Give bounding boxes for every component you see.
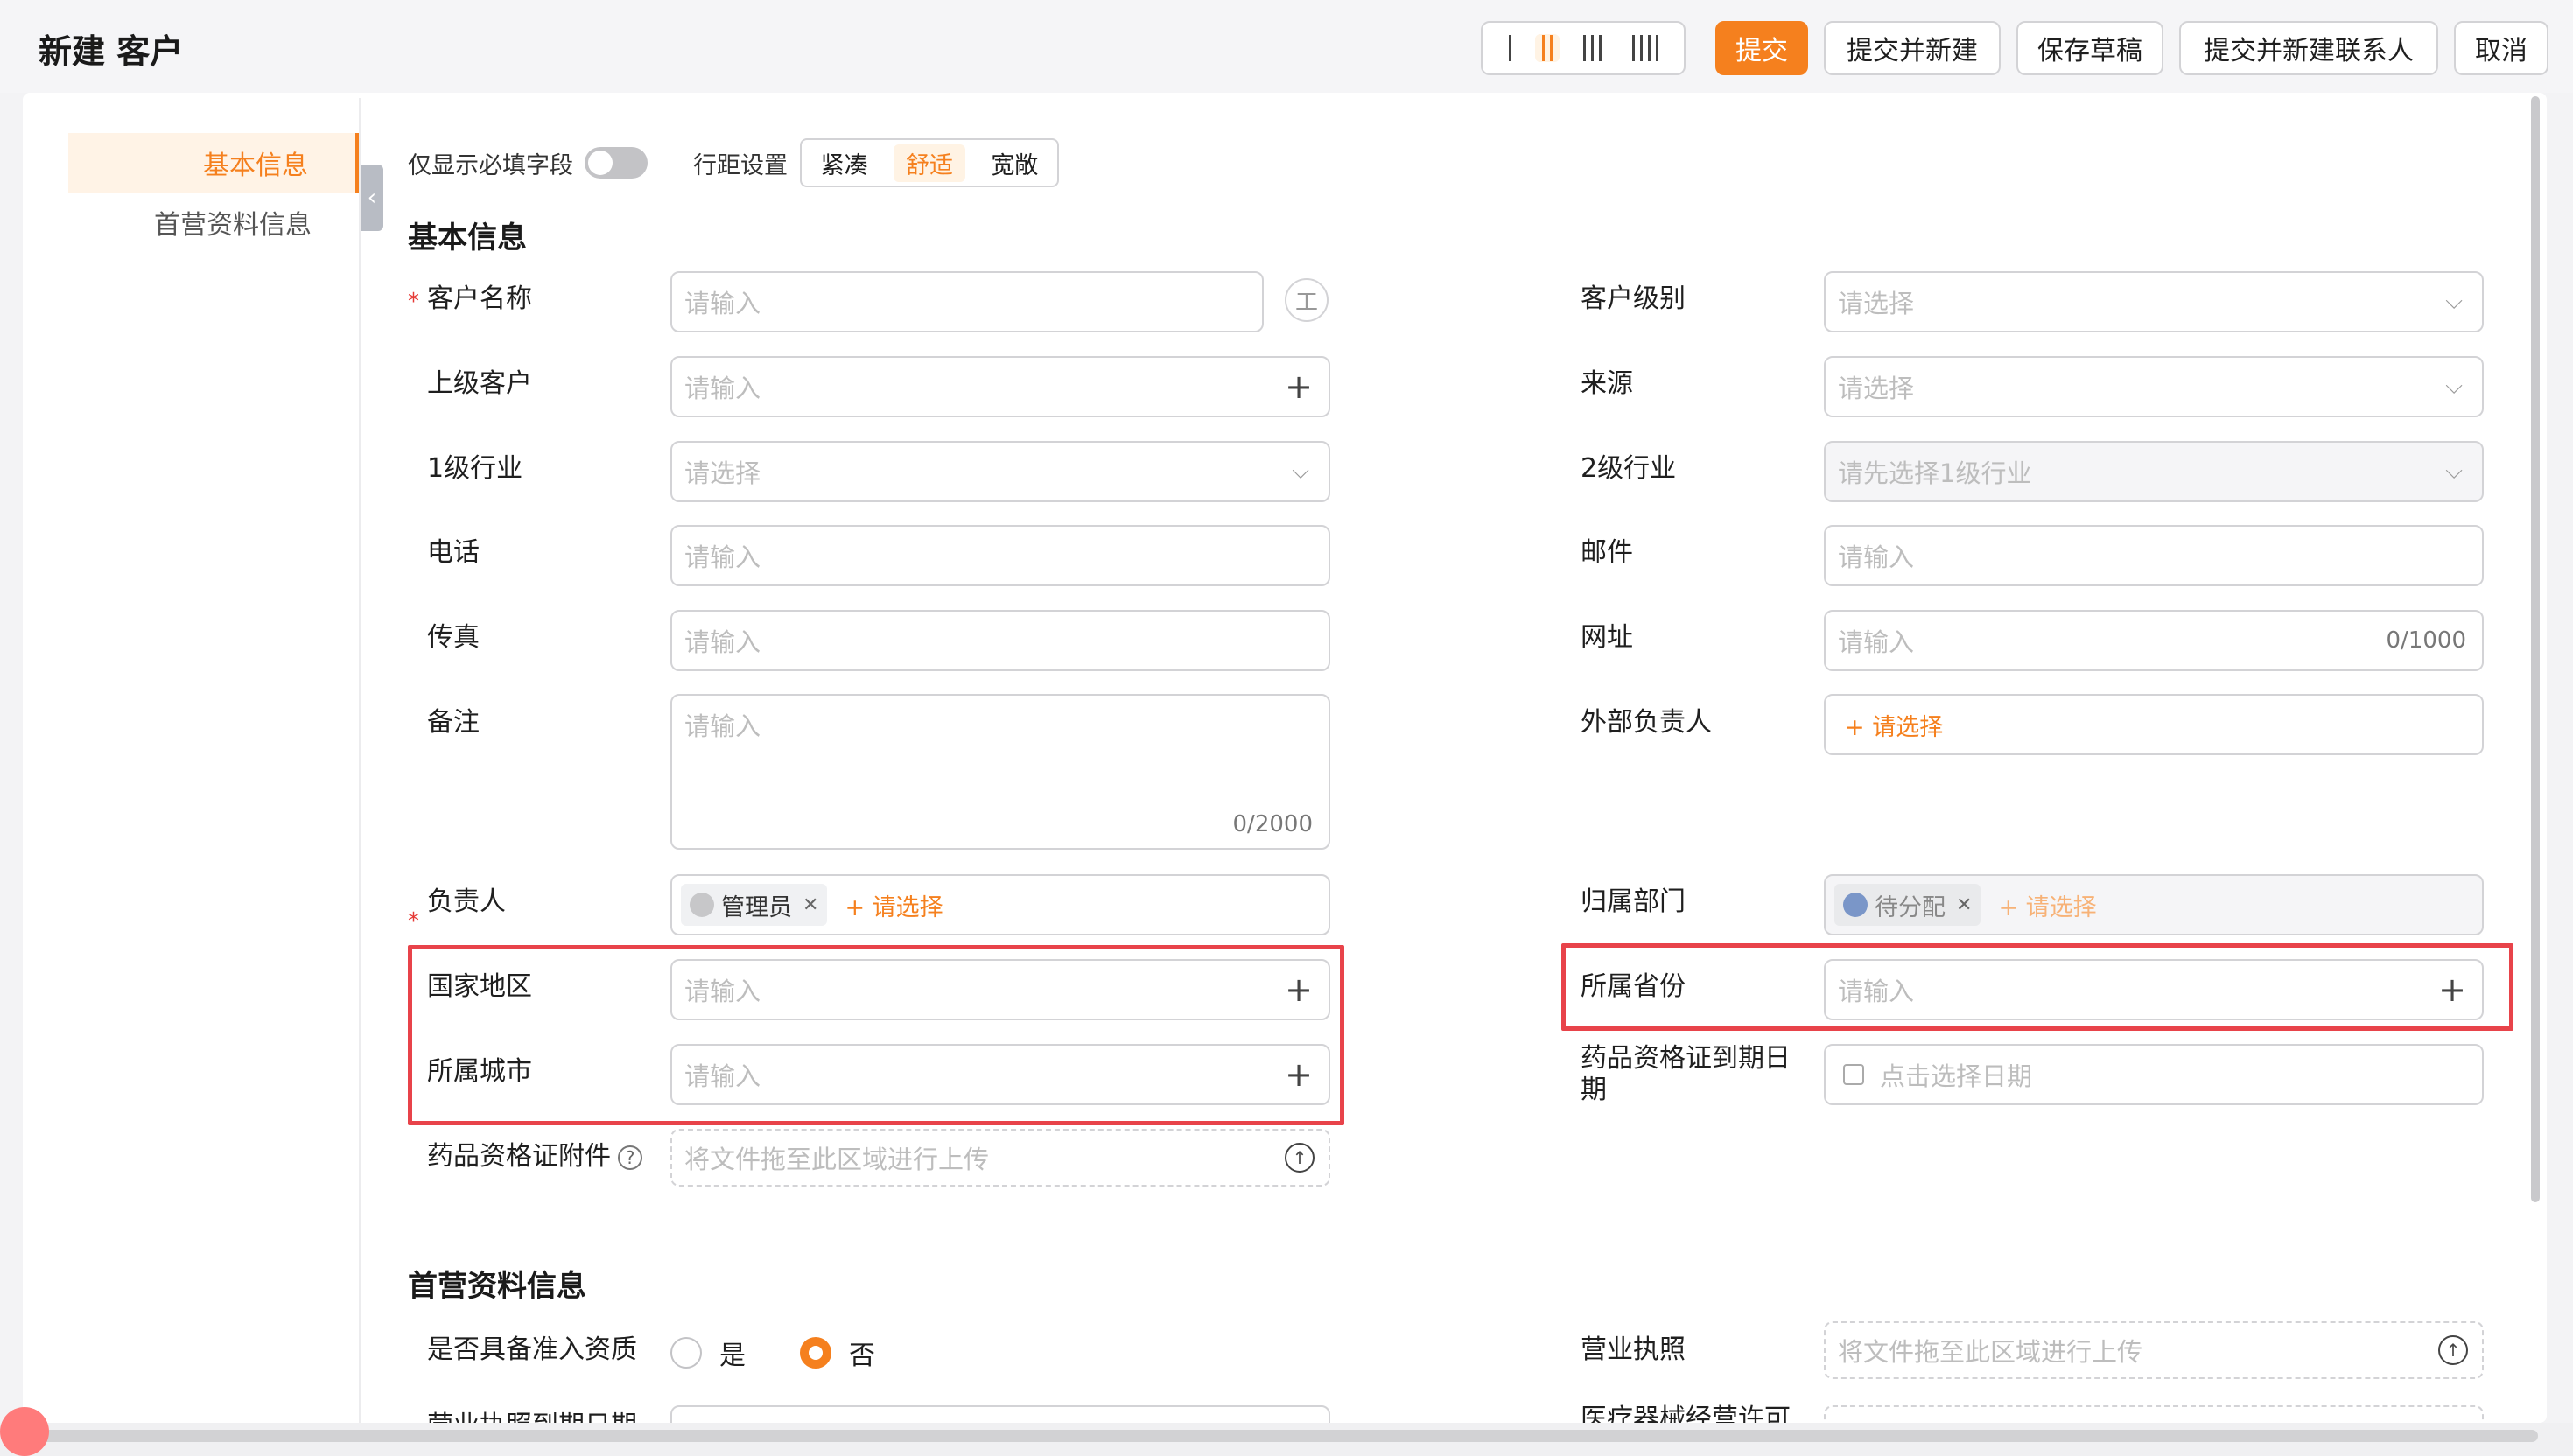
- owner-add[interactable]: + 请选择: [845, 888, 943, 922]
- drug-cert-attachment-label: 药品资格证附件?: [427, 1141, 642, 1172]
- website-input[interactable]: 请输入 0/1000: [1824, 610, 2484, 671]
- calendar-icon: [1843, 1064, 1864, 1085]
- radio-no[interactable]: [800, 1337, 831, 1368]
- chevron-down-icon: ⌵: [1292, 458, 1309, 485]
- spacing-wide[interactable]: 宽敞: [978, 144, 1050, 182]
- department-add[interactable]: + 请选择: [1998, 888, 2096, 922]
- remark-label: 备注: [427, 707, 480, 738]
- page-title: 新建 客户: [39, 32, 184, 71]
- submit-and-new-button[interactable]: 提交并新建: [1824, 21, 2001, 75]
- two-column-icon[interactable]: [1534, 34, 1560, 62]
- chevron-down-icon: ⌵: [2445, 373, 2463, 400]
- has-access-label: 是否具备准入资质: [427, 1334, 637, 1365]
- drug-cert-expiry-date-picker[interactable]: 点击选择日期: [1824, 1044, 2484, 1105]
- industry-l2-select: 请先选择1级行业 ⌵: [1824, 441, 2484, 502]
- phone-label: 电话: [427, 537, 480, 568]
- remark-textarea[interactable]: 请输入 0/2000: [670, 694, 1330, 850]
- collapse-sidebar-button[interactable]: ‹: [361, 164, 383, 231]
- horizontal-scrollbar[interactable]: [35, 1430, 2538, 1442]
- drug-cert-upload-area[interactable]: 将文件拖至此区域进行上传 ↑: [670, 1129, 1330, 1186]
- email-input[interactable]: 请输入: [1824, 525, 2484, 586]
- upload-cloud-icon: ↑: [2438, 1335, 2468, 1365]
- section-title-basic: 基本信息: [408, 220, 527, 256]
- nav-item-qualification-info[interactable]: 首营资料信息: [68, 192, 359, 252]
- source-label: 来源: [1581, 368, 1633, 399]
- section-title-qualification: 首营资料信息: [408, 1269, 586, 1304]
- cancel-button[interactable]: 取消: [2454, 21, 2548, 75]
- owner-label: 负责人: [427, 886, 506, 917]
- nav-item-basic-info[interactable]: 基本信息: [68, 133, 359, 192]
- fax-label: 传真: [427, 622, 480, 653]
- owner-tag: 管理员 ✕: [681, 884, 828, 926]
- has-access-radio-group: 是 否: [670, 1334, 875, 1372]
- industry-l1-select[interactable]: 请选择 ⌵: [670, 441, 1330, 502]
- customer-name-input[interactable]: 请输入: [670, 271, 1264, 332]
- drug-cert-expiry-label: 药品资格证到期日 期: [1581, 1043, 1791, 1105]
- vertical-scrollbar[interactable]: [2531, 96, 2540, 1202]
- required-mark: *: [408, 908, 419, 934]
- save-draft-button[interactable]: 保存草稿: [2016, 21, 2163, 75]
- sidebar-divider: [359, 98, 361, 1423]
- spacing-compact[interactable]: 紧凑: [809, 144, 880, 182]
- fax-input[interactable]: 请输入: [670, 610, 1330, 671]
- submit-button[interactable]: 提交: [1715, 21, 1808, 75]
- website-char-counter: 0/1000: [2386, 627, 2466, 654]
- remove-tag-icon[interactable]: ✕: [1956, 894, 1972, 916]
- department-label: 归属部门: [1581, 886, 1686, 917]
- department-icon: [1843, 892, 1868, 917]
- highlight-box-country-city: [408, 945, 1344, 1125]
- recording-indicator-icon: [0, 1407, 49, 1456]
- highlight-box-province: [1561, 943, 2513, 1031]
- three-column-icon[interactable]: [1576, 34, 1609, 62]
- required-mark: *: [408, 289, 419, 315]
- customer-level-select[interactable]: 请选择 ⌵: [1824, 271, 2484, 332]
- business-license-label: 营业执照: [1581, 1334, 1686, 1365]
- chevron-down-icon: ⌵: [2445, 288, 2463, 315]
- external-owner-picker[interactable]: + 请选择: [1824, 694, 2484, 755]
- remove-tag-icon[interactable]: ✕: [803, 894, 818, 916]
- customer-name-label: 客户名称: [427, 284, 532, 314]
- required-only-toggle[interactable]: [585, 147, 648, 178]
- upload-cloud-icon: ↑: [1285, 1143, 1315, 1172]
- department-picker[interactable]: 待分配 ✕ + 请选择: [1824, 874, 2484, 935]
- parent-customer-input[interactable]: 请输入 +: [670, 356, 1330, 417]
- remark-char-counter: 0/2000: [1232, 811, 1313, 837]
- one-column-icon[interactable]: [1502, 34, 1518, 62]
- section-nav: 基本信息 首营资料信息: [68, 133, 359, 252]
- plus-icon[interactable]: +: [1285, 370, 1313, 403]
- owner-picker[interactable]: 管理员 ✕ + 请选择: [670, 874, 1330, 935]
- business-lookup-icon[interactable]: 工: [1285, 278, 1329, 322]
- chevron-left-icon: ‹: [367, 185, 377, 211]
- help-icon[interactable]: ?: [618, 1144, 642, 1170]
- required-only-label: 仅显示必填字段: [408, 152, 573, 179]
- website-label: 网址: [1581, 622, 1633, 653]
- email-label: 邮件: [1581, 537, 1633, 568]
- business-license-upload-area[interactable]: 将文件拖至此区域进行上传 ↑: [1824, 1321, 2484, 1379]
- external-owner-add[interactable]: + 请选择: [1845, 708, 1943, 742]
- radio-yes[interactable]: [670, 1337, 702, 1368]
- external-owner-label: 外部负责人: [1581, 707, 1712, 738]
- submit-and-new-contact-button[interactable]: 提交并新建联系人: [2179, 21, 2438, 75]
- chevron-down-icon: ⌵: [2445, 458, 2463, 485]
- column-layout-switcher[interactable]: [1481, 21, 1686, 75]
- industry-l2-label: 2级行业: [1581, 453, 1677, 484]
- spacing-comfortable[interactable]: 舒适: [893, 144, 965, 182]
- line-spacing-label: 行距设置: [693, 152, 788, 179]
- department-tag: 待分配 ✕: [1834, 884, 1981, 926]
- parent-customer-label: 上级客户: [427, 368, 532, 399]
- line-spacing-selector: 紧凑 舒适 宽敞: [800, 138, 1059, 187]
- industry-l1-label: 1级行业: [427, 453, 523, 484]
- customer-level-label: 客户级别: [1581, 284, 1686, 314]
- avatar: [690, 892, 714, 917]
- phone-input[interactable]: 请输入: [670, 525, 1330, 586]
- source-select[interactable]: 请选择 ⌵: [1824, 356, 2484, 417]
- four-column-icon[interactable]: [1625, 34, 1665, 62]
